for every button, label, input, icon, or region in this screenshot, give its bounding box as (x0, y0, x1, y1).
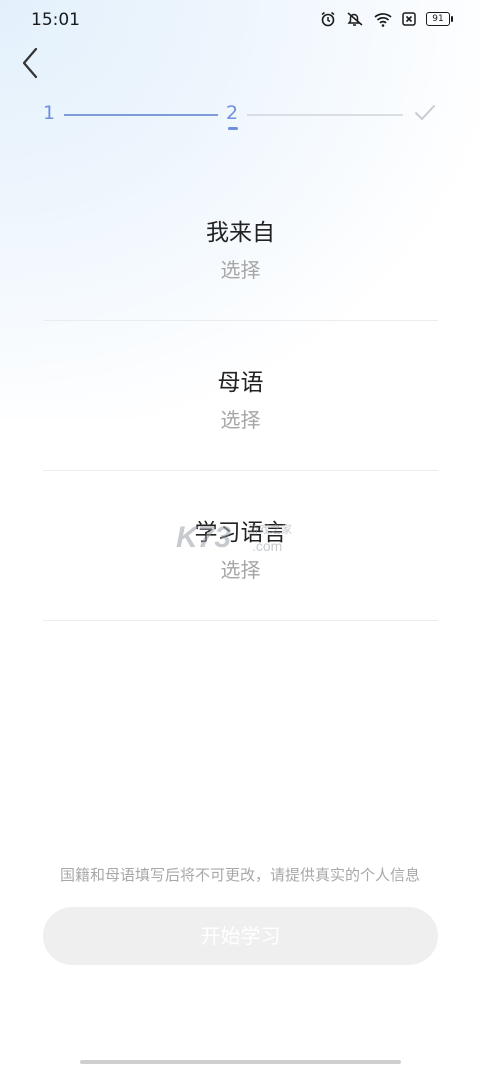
watermark-logo: K73 游戏之家 .com (176, 517, 306, 557)
home-indicator[interactable] (80, 1060, 401, 1064)
step-1: 1 (43, 102, 56, 124)
learning-language-select[interactable]: 选择 (43, 554, 438, 583)
chevron-left-icon (22, 47, 38, 79)
svg-text:K73: K73 (176, 521, 231, 554)
start-learning-button[interactable]: 开始学习 (43, 907, 438, 965)
country-label: 我来自 (206, 220, 275, 246)
svg-text:.com: .com (252, 538, 282, 554)
no-sim-icon (402, 12, 416, 26)
step-connector-done (64, 114, 218, 116)
country-select[interactable]: 选择 (43, 254, 438, 283)
native-language-label: 母语 (217, 370, 264, 396)
back-button[interactable] (18, 46, 46, 80)
status-icons: 91 (320, 11, 453, 27)
native-language-field[interactable]: 母语 选择 (43, 320, 438, 471)
svg-text:游戏之家: 游戏之家 (248, 522, 292, 536)
status-bar: 15:01 91 (0, 0, 480, 42)
step-connector-pending (247, 114, 403, 116)
native-language-select[interactable]: 选择 (43, 404, 438, 433)
status-time: 15:01 (31, 10, 80, 30)
info-notice: 国籍和母语填写后将不可更改，请提供真实的个人信息 (59, 866, 420, 884)
alarm-icon (321, 11, 335, 27)
active-step-indicator (228, 127, 238, 130)
step-2: 2 (226, 102, 239, 124)
wifi-icon (374, 12, 392, 27)
battery-icon: 91 (426, 12, 453, 26)
mute-icon (347, 12, 363, 26)
progress-stepper: 1 2 (40, 100, 440, 130)
country-field[interactable]: 我来自 选择 (43, 170, 438, 321)
check-icon (415, 105, 435, 120)
